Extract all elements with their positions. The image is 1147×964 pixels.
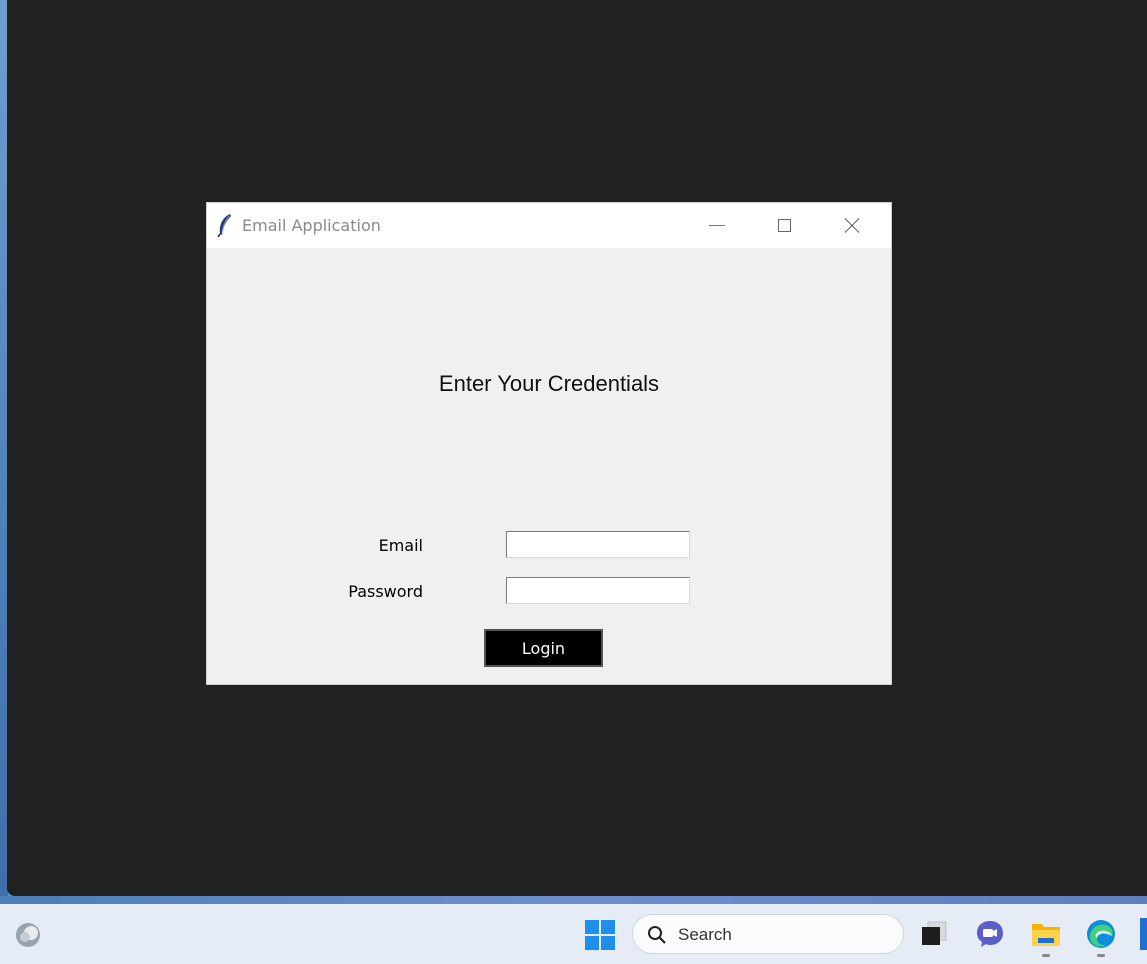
- maximize-icon: [777, 219, 791, 232]
- email-field[interactable]: [506, 531, 690, 558]
- search-icon: [648, 926, 666, 944]
- running-indicator: [1097, 954, 1105, 957]
- task-view-icon[interactable]: [918, 918, 950, 950]
- title-bar[interactable]: Email Application: [207, 203, 891, 248]
- minimize-icon: [709, 225, 725, 226]
- search-placeholder: Search: [678, 925, 732, 944]
- email-label: Email: [378, 536, 423, 555]
- feather-icon: [217, 214, 231, 237]
- running-indicator: [1042, 954, 1050, 957]
- minimize-button[interactable]: [694, 203, 740, 248]
- taskbar-search-box[interactable]: Search: [632, 914, 904, 954]
- login-button[interactable]: Login: [484, 629, 603, 667]
- pinned-app-icon[interactable]: [1140, 918, 1147, 950]
- form-heading: Enter Your Credentials: [438, 371, 660, 396]
- password-label: Password: [348, 582, 423, 601]
- email-application-window: Email Application Enter Your Credentials…: [207, 203, 891, 684]
- edge-icon[interactable]: [1085, 918, 1117, 950]
- windows-start-icon[interactable]: [585, 920, 615, 950]
- file-explorer-icon[interactable]: [1030, 918, 1062, 950]
- close-button[interactable]: [829, 203, 875, 248]
- maximize-button[interactable]: [761, 203, 807, 248]
- password-field[interactable]: [506, 577, 690, 604]
- widgets-icon[interactable]: [14, 921, 42, 949]
- window-title: Email Application: [242, 216, 381, 235]
- close-icon: [844, 218, 860, 234]
- meet-icon[interactable]: [974, 918, 1006, 950]
- desktop-wallpaper-strip: [0, 896, 1147, 904]
